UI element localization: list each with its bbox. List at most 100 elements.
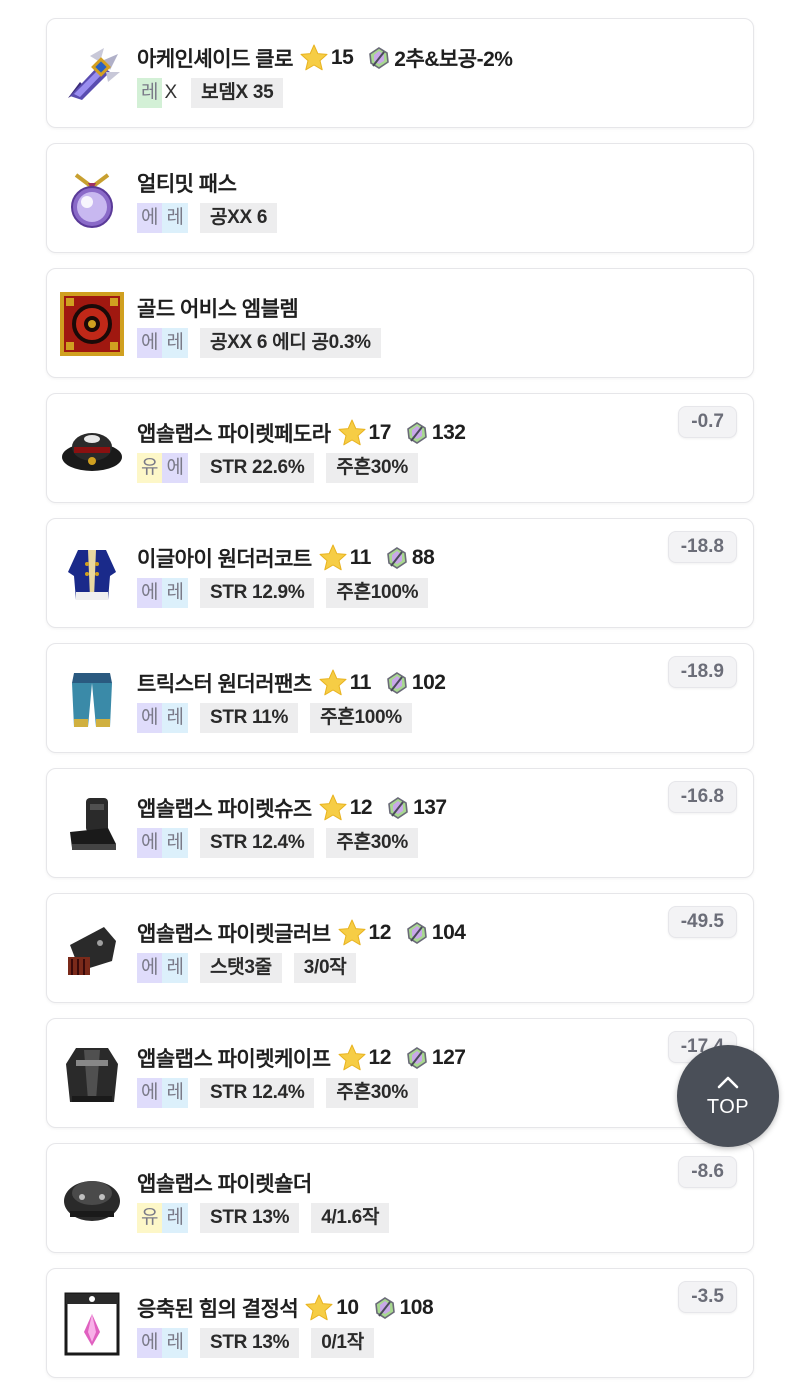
- item-name: 앱솔랩스 파이렛케이프: [137, 1048, 331, 1071]
- item-title-row: 앱솔랩스 파이렛슈즈 12 137: [137, 793, 447, 823]
- item-icon: [59, 41, 125, 107]
- score-badge: -8.6: [678, 1156, 737, 1188]
- hammer-icon: [407, 922, 427, 944]
- item-name: 이글아이 원더러코트: [137, 548, 312, 571]
- item-card[interactable]: 앱솔랩스 파이렛글러브 12 104 에 레 스탯3줄 3/0작 -49.5: [46, 893, 754, 1003]
- item-card[interactable]: 응축된 힘의 결정석 10 108 에 레 STR 13% 0/1작 -3.5: [46, 1268, 754, 1378]
- top-label: TOP: [706, 1095, 750, 1118]
- potential-grade: 레: [137, 78, 163, 108]
- item-card[interactable]: 아케인셰이드 클로 15 2추&보공-2% 레 X 보뎀X 35: [46, 18, 754, 128]
- potential-grade: 레: [162, 953, 188, 983]
- potential-grade: 에: [137, 953, 163, 983]
- potential-badge: 에레: [137, 828, 188, 858]
- potential-badge: 에레: [137, 578, 188, 608]
- option-tag: 공XX 6 에디 공0.3%: [199, 328, 381, 358]
- arcane-claw-icon: [68, 48, 120, 100]
- option-tag: STR 11%: [199, 703, 299, 733]
- item-card[interactable]: 이글아이 원더러코트 11 88 에 레 STR 12.9% 주흔100% -18.8: [46, 518, 754, 628]
- item-title-row: 이글아이 원더러코트 11 88: [137, 543, 435, 573]
- option-tag: 3/0작: [293, 953, 357, 983]
- potential-grade: 에: [137, 328, 163, 358]
- potential-badge: 에레: [137, 703, 188, 733]
- item-name: 앱솔랩스 파이렛페도라: [137, 423, 331, 446]
- star-count: 11: [349, 671, 372, 694]
- item-icon: [59, 416, 125, 482]
- potential-grade: 레: [162, 1078, 188, 1108]
- potential-badge: 에레: [137, 328, 188, 358]
- score-badge: -18.8: [667, 531, 737, 563]
- equipment-list: 아케인셰이드 클로 15 2추&보공-2% 레 X 보뎀X 35 얼티밋 패스 에 레 공XX 6…: [46, 18, 754, 1393]
- score-badge: -0.7: [678, 406, 737, 438]
- item-title-row: 앱솔랩스 파이렛케이프 12 127: [137, 1043, 466, 1073]
- potential-badge: 에레: [137, 203, 188, 233]
- star-count: 12: [368, 921, 392, 944]
- option-tag: 주흔100%: [326, 578, 429, 608]
- ultimate-pass-icon: [71, 173, 113, 228]
- scroll-top-button[interactable]: TOP: [677, 1045, 779, 1147]
- item-title-row: 앱솔랩스 파이렛글러브 12 104: [137, 918, 466, 948]
- item-card[interactable]: 앱솔랩스 파이렛숄더 유 레 STR 13% 4/1.6작 -8.6: [46, 1143, 754, 1253]
- score-badge: -18.9: [667, 656, 737, 688]
- potential-grade: 유: [137, 1203, 163, 1233]
- pants-icon: [72, 673, 112, 727]
- star-count: 12: [349, 796, 373, 819]
- potential-grade: 에: [137, 703, 163, 733]
- potential-grade: 레: [162, 703, 188, 733]
- item-card[interactable]: 앱솔랩스 파이렛페도라 17 132 유 에 STR 22.6% 주흔30% -0.7: [46, 393, 754, 503]
- item-tag-row: 에 레 STR 12.9% 주흔100%: [137, 578, 429, 608]
- upgrade-value: 88: [411, 546, 435, 569]
- item-icon: [59, 166, 125, 232]
- item-title-row: 앱솔랩스 파이렛숄더: [137, 1168, 312, 1198]
- item-name: 응축된 힘의 결정석: [137, 1298, 299, 1321]
- option-tag: 주흔30%: [326, 1078, 418, 1108]
- item-card[interactable]: 트릭스터 원더러팬츠 11 102 에 레 STR 11% 주흔100% -18.9: [46, 643, 754, 753]
- potential-grade: 에: [137, 1078, 163, 1108]
- option-tag: 주흔30%: [326, 828, 418, 858]
- option-tag: 4/1.6작: [311, 1203, 390, 1233]
- item-icon: [59, 1166, 125, 1232]
- shoes-icon: [70, 798, 116, 850]
- item-name: 골드 어비스 엠블렘: [137, 298, 299, 321]
- item-card[interactable]: 얼티밋 패스 에 레 공XX 6: [46, 143, 754, 253]
- option-tag: STR 12.4%: [199, 828, 315, 858]
- item-title-row: 트릭스터 원더러팬츠 11 102: [137, 668, 446, 698]
- star-icon: [319, 544, 347, 571]
- option-tag: 주흔100%: [310, 703, 412, 733]
- cape-icon: [66, 1048, 118, 1102]
- item-icon: [59, 666, 125, 732]
- item-title-row: 앱솔랩스 파이렛페도라 17 132: [137, 418, 466, 448]
- option-tag: STR 13%: [199, 1203, 300, 1233]
- item-card[interactable]: 앱솔랩스 파이렛케이프 12 127 에 레 STR 12.4% 주흔30% -17.4: [46, 1018, 754, 1128]
- shoulder-icon: [64, 1181, 120, 1221]
- item-title-row: 아케인셰이드 클로 15 2추&보공-2%: [137, 43, 513, 73]
- item-icon: [59, 1291, 125, 1357]
- item-title-row: 골드 어비스 엠블렘: [137, 293, 299, 323]
- star-icon: [338, 919, 366, 946]
- item-tag-row: 에 레 공XX 6 에디 공0.3%: [137, 328, 381, 358]
- item-icon: [59, 1041, 125, 1107]
- coat-icon: [68, 550, 116, 600]
- item-icon: [59, 916, 125, 982]
- star-icon: [319, 669, 347, 696]
- potential-badge: 에레: [137, 953, 188, 983]
- option-tag: 스탯3줄: [199, 953, 282, 983]
- item-icon: [59, 541, 125, 607]
- star-icon: [338, 419, 366, 446]
- potential-grade: 유: [137, 453, 163, 483]
- item-card[interactable]: 골드 어비스 엠블렘에 레 공XX 6 에디 공0.3%: [46, 268, 754, 378]
- score-badge: -49.5: [667, 906, 737, 938]
- potential-grade: 레: [162, 828, 188, 858]
- item-name: 아케인셰이드 클로: [137, 48, 293, 71]
- item-name: 앱솔랩스 파이렛글러브: [137, 923, 331, 946]
- option-tag: 0/1작: [311, 1328, 374, 1358]
- potential-grade: 에: [137, 203, 163, 233]
- option-tag: STR 13%: [199, 1328, 300, 1358]
- hammer-icon: [407, 1047, 427, 1069]
- item-card[interactable]: 앱솔랩스 파이렛슈즈 12 137 에 레 STR 12.4% 주흔30% -16.8: [46, 768, 754, 878]
- score-badge: -16.8: [667, 781, 737, 813]
- potential-grade: 레: [162, 578, 188, 608]
- star-count: 11: [349, 546, 372, 569]
- item-title-row: 응축된 힘의 결정석 10 108: [137, 1293, 434, 1323]
- star-icon: [338, 1044, 366, 1071]
- hammer-icon: [387, 547, 407, 569]
